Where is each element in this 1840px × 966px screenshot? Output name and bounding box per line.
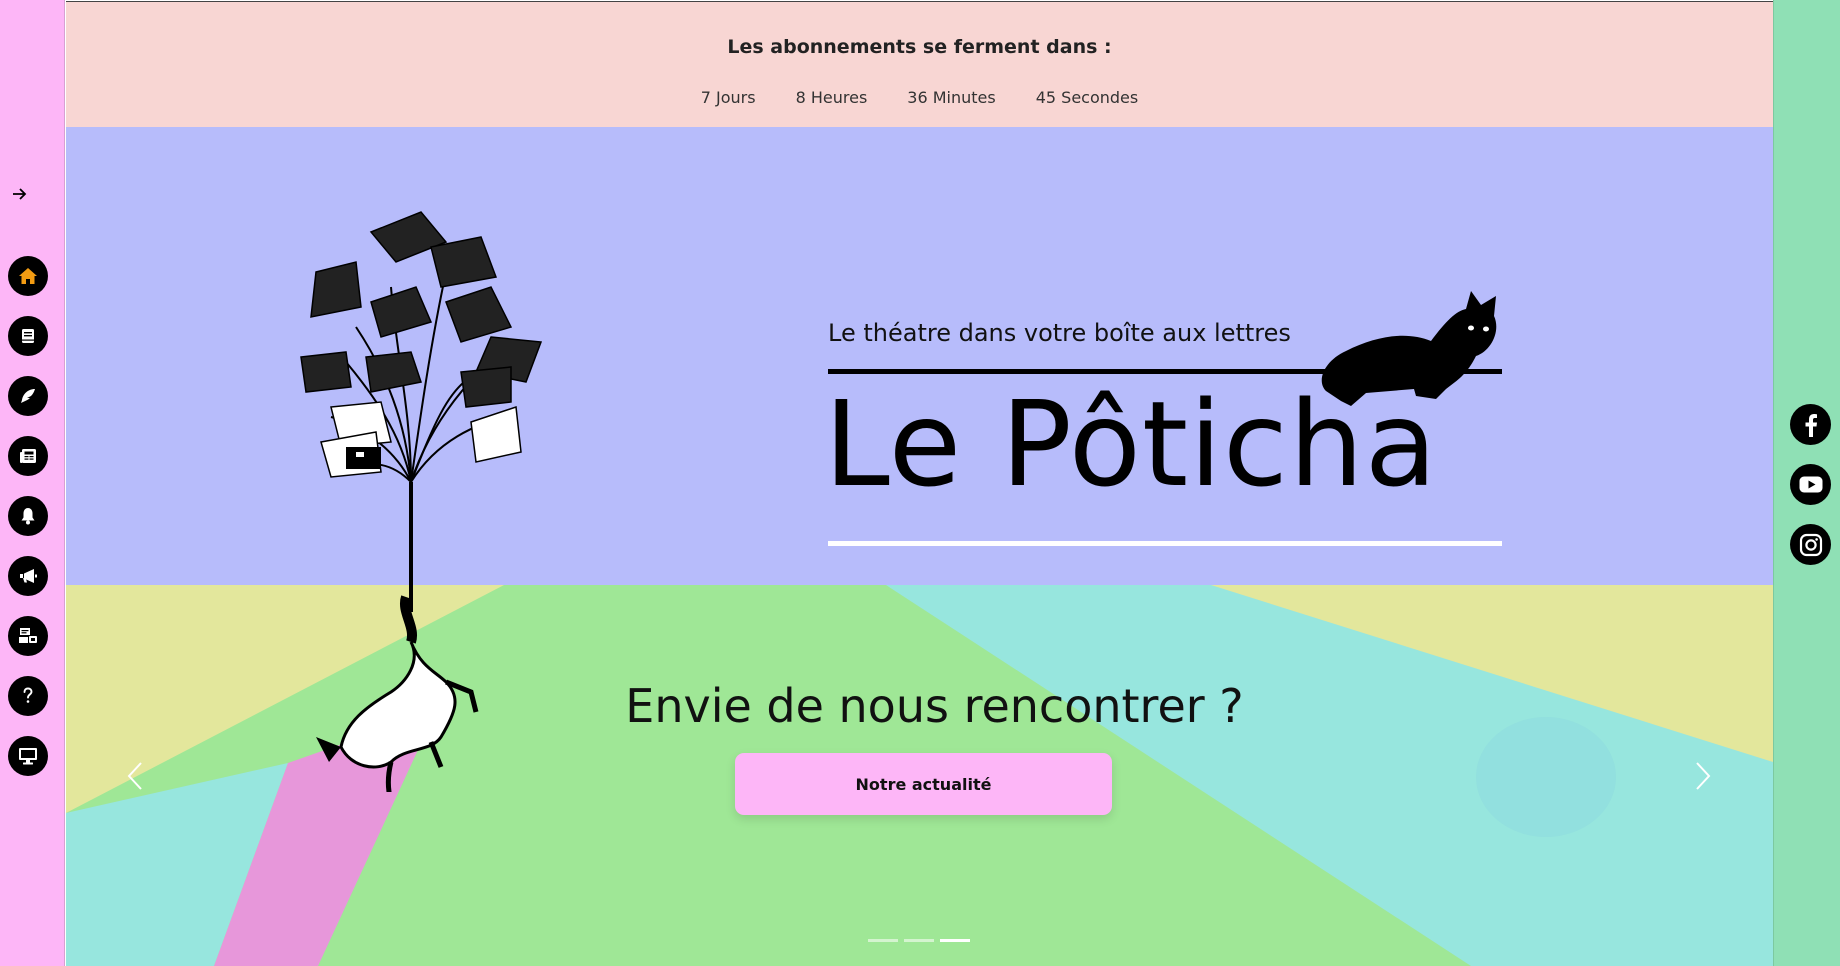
youtube-icon bbox=[1799, 476, 1822, 493]
facebook-link[interactable] bbox=[1790, 404, 1831, 445]
desktop-icon bbox=[19, 748, 37, 765]
facebook-icon bbox=[1805, 413, 1817, 437]
news-button[interactable]: Notre actualité bbox=[735, 753, 1112, 815]
instagram-icon bbox=[1799, 533, 1822, 556]
feather-icon bbox=[21, 389, 35, 403]
brand-title: Le Pôticha bbox=[824, 375, 1438, 513]
cta-heading: Envie de nous rencontrer ? bbox=[66, 679, 1773, 733]
countdown-seconds: 45 Secondes bbox=[1035, 88, 1139, 107]
countdown-days: 7 Jours bbox=[700, 88, 756, 107]
title-rule-bottom bbox=[828, 541, 1502, 546]
nav-announcements[interactable] bbox=[8, 556, 48, 596]
home-icon bbox=[19, 268, 37, 284]
hero-tagline: Le théatre dans votre boîte aux lettres bbox=[828, 319, 1291, 347]
left-sidebar bbox=[0, 0, 65, 966]
carousel-indicator[interactable] bbox=[868, 939, 898, 942]
nav-online[interactable] bbox=[8, 736, 48, 776]
hero-carousel: Le théatre dans votre boîte aux lettres … bbox=[66, 127, 1773, 966]
instagram-link[interactable] bbox=[1790, 524, 1831, 565]
chevron-right-icon bbox=[1696, 762, 1711, 790]
nav-notifications[interactable] bbox=[8, 496, 48, 536]
nav-mailbox[interactable] bbox=[8, 616, 48, 656]
nav-news[interactable] bbox=[8, 436, 48, 476]
sidebar-expand-button[interactable] bbox=[9, 183, 31, 205]
countdown-timer: 7 Jours 8 Heures 36 Minutes 45 Secondes bbox=[66, 88, 1773, 107]
subscription-countdown-banner: Les abonnements se ferment dans : 7 Jour… bbox=[66, 1, 1773, 127]
youtube-link[interactable] bbox=[1790, 464, 1831, 505]
book-icon bbox=[22, 329, 34, 343]
carousel-indicator-active[interactable] bbox=[940, 939, 970, 942]
nav-home[interactable] bbox=[8, 256, 48, 296]
right-sidebar bbox=[1773, 0, 1840, 966]
question-icon bbox=[23, 687, 33, 703]
carousel-next-button[interactable] bbox=[1688, 756, 1718, 796]
chevron-left-icon bbox=[127, 762, 142, 790]
carousel-indicator[interactable] bbox=[904, 939, 934, 942]
countdown-title: Les abonnements se ferment dans : bbox=[727, 36, 1112, 58]
carousel-prev-button[interactable] bbox=[120, 756, 150, 796]
countdown-minutes: 36 Minutes bbox=[907, 88, 996, 107]
nav-catalogue[interactable] bbox=[8, 316, 48, 356]
nav-write[interactable] bbox=[8, 376, 48, 416]
carousel-indicators bbox=[868, 939, 970, 942]
newspaper-icon bbox=[20, 449, 36, 463]
countdown-hours: 8 Heures bbox=[795, 88, 868, 107]
bell-icon bbox=[21, 508, 35, 525]
megaphone-icon bbox=[20, 569, 37, 583]
mailbox-icon bbox=[19, 628, 37, 643]
nav-help[interactable] bbox=[8, 676, 48, 716]
arrow-right-icon bbox=[13, 188, 27, 200]
cta-heading-text: Envie de nous rencontrer ? bbox=[625, 679, 1244, 733]
